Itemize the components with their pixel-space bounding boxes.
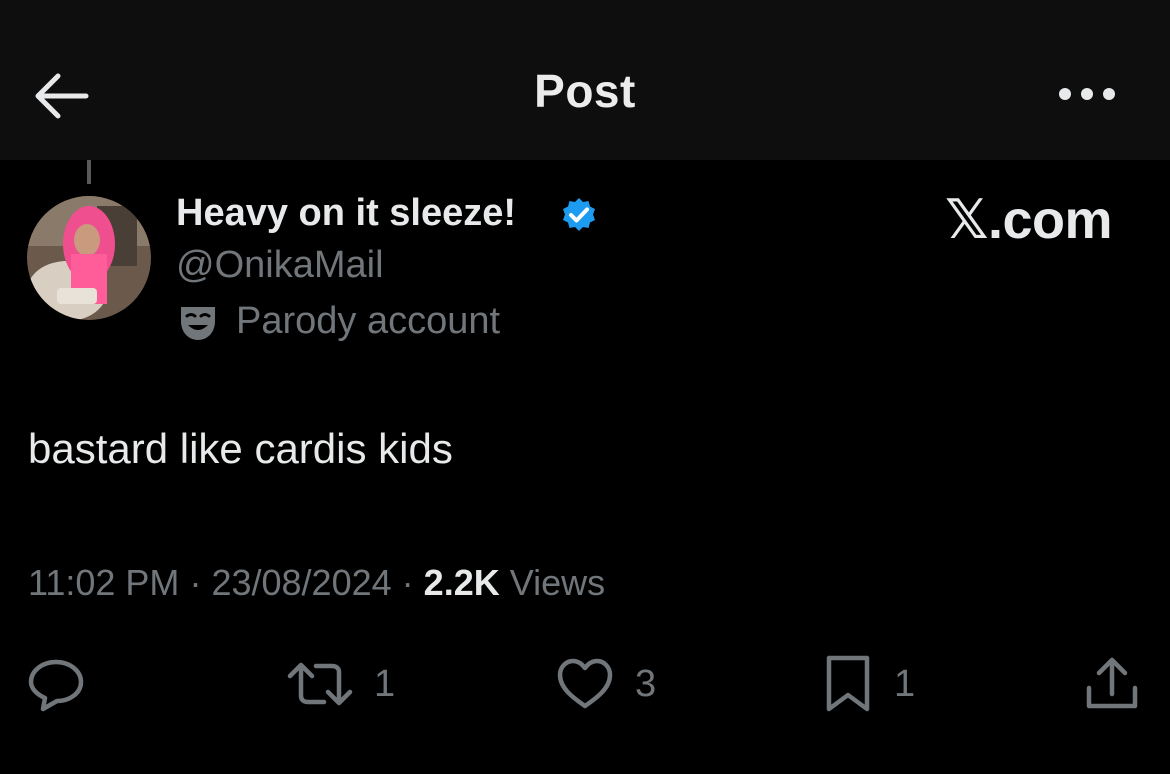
verified-badge-icon[interactable]	[559, 196, 599, 236]
top-bar: Post	[0, 0, 1170, 160]
separator: ·	[189, 562, 202, 603]
repost-button[interactable]: 1	[286, 654, 395, 714]
reply-button[interactable]	[26, 654, 86, 714]
heart-icon	[557, 658, 613, 709]
thread-connector-line	[87, 160, 91, 184]
repost-icon	[287, 662, 353, 706]
avatar[interactable]	[27, 196, 151, 320]
reply-icon	[28, 659, 84, 712]
post-text: bastard like cardis kids	[28, 425, 453, 472]
page-title: Post	[534, 65, 636, 117]
post-metadata: 11:02 PM · 23/08/2024 · 2.2K Views	[28, 562, 605, 604]
post-date[interactable]: 23/08/2024	[211, 562, 391, 603]
more-horizontal-icon	[1059, 88, 1115, 100]
views-count[interactable]: 2.2K	[424, 562, 500, 603]
share-button[interactable]	[1082, 654, 1142, 714]
theater-mask-icon	[178, 303, 218, 343]
post-time[interactable]: 11:02 PM	[28, 562, 179, 603]
like-count: 3	[635, 662, 657, 705]
bookmark-count: 1	[894, 662, 916, 705]
author-display-name[interactable]: Heavy on it sleeze!	[176, 192, 516, 235]
bookmark-icon	[826, 655, 870, 712]
bookmark-button[interactable]: 1	[822, 654, 915, 714]
separator: ·	[401, 562, 414, 603]
share-icon	[1086, 657, 1138, 709]
x-com-watermark: 𝕏.com	[944, 190, 1113, 250]
repost-count: 1	[374, 662, 396, 705]
more-options-button[interactable]	[1052, 74, 1122, 114]
parody-account-label: Parody account	[236, 300, 501, 342]
like-button[interactable]: 3	[555, 654, 656, 714]
views-label: Views	[509, 562, 606, 603]
author-handle[interactable]: @OnikaMail	[176, 244, 384, 287]
